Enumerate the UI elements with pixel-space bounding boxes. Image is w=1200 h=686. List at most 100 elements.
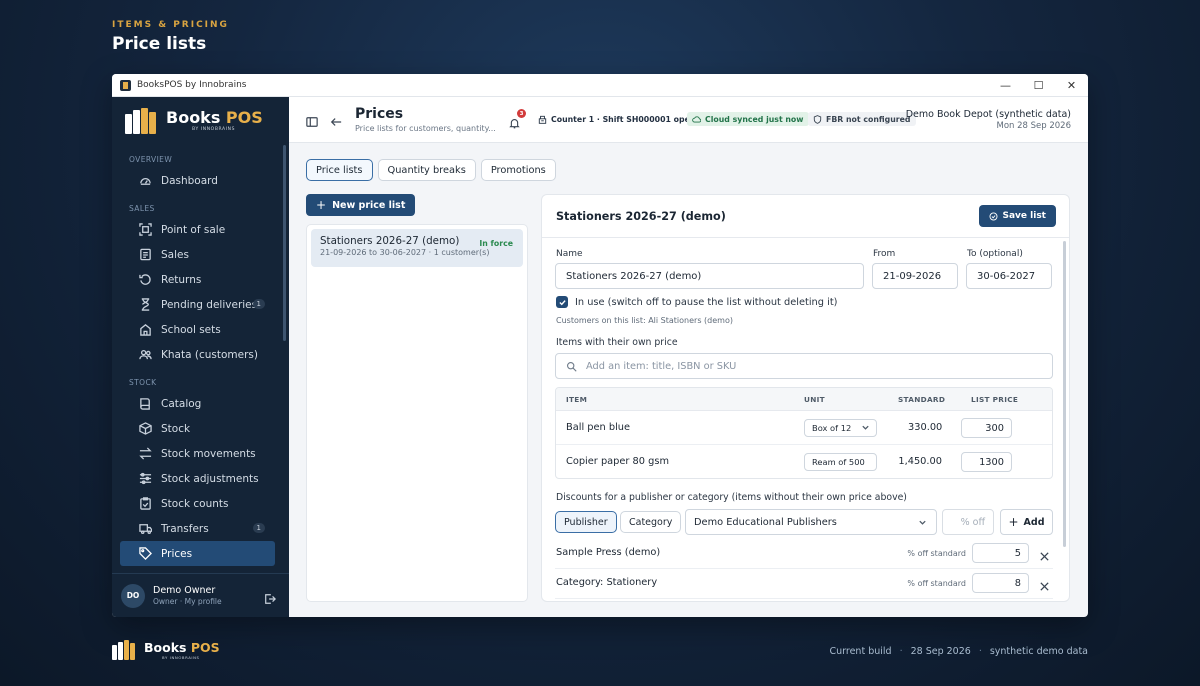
plus-icon: + <box>316 198 327 212</box>
table-header: ITEM UNIT STANDARD LIST PRICE <box>556 388 1052 411</box>
search-icon <box>567 361 577 372</box>
from-date-input[interactable]: 21-09-2026 <box>872 263 958 289</box>
tab-quantity-breaks[interactable]: Quantity breaks <box>377 159 476 181</box>
publisher-toggle[interactable]: Publisher <box>555 511 617 533</box>
count-badge: 1 <box>252 523 265 533</box>
discount-value-input[interactable]: 5 <box>972 543 1029 563</box>
list-price-input[interactable]: 1300 <box>961 452 1012 472</box>
editor-title: Stationers 2026-27 (demo) <box>556 210 726 223</box>
app-window: BooksPOS by Innobrains — ☐ ✕ Books POS B… <box>112 74 1088 617</box>
tab-price-lists[interactable]: Price lists <box>306 159 373 181</box>
price-list-editor: Stationers 2026-27 (demo) Save list Name… <box>541 194 1070 602</box>
counter-status: Counter 1 · Shift SH000001 open <box>533 112 700 126</box>
scan-icon <box>139 223 152 236</box>
col-unit: UNIT <box>804 395 825 404</box>
current-date: Mon 28 Sep 2026 <box>996 121 1072 131</box>
tab-promotions[interactable]: Promotions <box>480 159 556 181</box>
category-toggle[interactable]: Category <box>620 511 682 533</box>
sidebar-item-pending-deliveries[interactable]: Pending deliveries 1 <box>120 292 275 317</box>
add-discount-button[interactable]: + Add <box>1000 509 1053 535</box>
sidebar-item-dashboard[interactable]: Dashboard <box>120 168 275 193</box>
register-icon <box>538 115 547 124</box>
sidebar-scrollbar[interactable] <box>283 145 286 341</box>
in-use-checkbox-row[interactable]: In use (switch off to pause the list wit… <box>556 296 838 308</box>
maximize-button[interactable]: ☐ <box>1022 74 1055 96</box>
sidebar-item-school-sets[interactable]: School sets <box>120 317 275 342</box>
publisher-select[interactable]: Demo Educational Publishers <box>685 509 937 535</box>
list-price-input[interactable]: 300 <box>961 418 1012 438</box>
sidebar-item-label: Dashboard <box>161 174 218 187</box>
user-name: Demo Owner <box>153 585 216 596</box>
page-heading: Price lists <box>112 34 207 54</box>
close-button[interactable]: ✕ <box>1055 74 1088 96</box>
sidebar-item-catalog[interactable]: Catalog <box>120 391 275 416</box>
sidebar-item-point-of-sale[interactable]: Point of sale <box>120 217 275 242</box>
sidebar-item-label: Returns <box>161 273 202 286</box>
nav-section-stock: STOCK <box>129 378 157 387</box>
logout-icon[interactable] <box>264 590 276 604</box>
sidebar-toggle-icon[interactable] <box>306 113 318 127</box>
items-table: ITEM UNIT STANDARD LIST PRICE Ball pen b… <box>555 387 1053 479</box>
sidebar-item-transfers[interactable]: Transfers 1 <box>120 516 275 541</box>
save-list-button[interactable]: Save list <box>978 205 1056 227</box>
to-date-input[interactable]: 30-06-2027 <box>966 263 1052 289</box>
editor-scrollbar[interactable] <box>1063 241 1066 547</box>
check-icon <box>558 299 566 305</box>
sidebar-item-stock-movements[interactable]: Stock movements <box>120 441 275 466</box>
standard-price: 1,450.00 <box>898 456 942 467</box>
arrows-icon <box>139 447 152 460</box>
sidebar-item-label: Stock movements <box>161 447 256 460</box>
unit-select[interactable]: Ream of 500 <box>804 453 877 471</box>
in-use-checkbox[interactable] <box>556 296 568 308</box>
table-row: Copier paper 80 gsm Ream of 500 1,450.00… <box>556 445 1052 478</box>
discount-name: Category: Stationery <box>556 577 658 588</box>
user-profile[interactable]: DO Demo Owner Owner · My profile <box>112 573 289 617</box>
window-title: BooksPOS by Innobrains <box>137 80 247 90</box>
build-info: Current build · 28 Sep 2026 · synthetic … <box>829 646 1089 657</box>
sidebar-item-khata[interactable]: Khata (customers) <box>120 342 275 367</box>
notification-badge: 3 <box>517 109 526 118</box>
build-date: 28 Sep 2026 <box>910 646 971 657</box>
unit-select[interactable]: Box of 12 <box>804 419 877 437</box>
discount-value-input[interactable]: 8 <box>972 573 1029 593</box>
in-use-label: In use (switch off to pause the list wit… <box>575 296 838 308</box>
sidebar-item-label: Transfers <box>161 522 209 535</box>
percent-off-input[interactable]: % off <box>942 509 994 535</box>
list-item[interactable]: Stationers 2026-27 (demo) 21-09-2026 to … <box>311 229 523 267</box>
discount-row: Sample Press (demo) % off standard 5 <box>555 539 1053 569</box>
close-icon[interactable] <box>1039 577 1050 591</box>
price-list-panel: Stationers 2026-27 (demo) 21-09-2026 to … <box>306 224 528 602</box>
back-arrow-icon[interactable] <box>330 113 342 126</box>
item-search-input[interactable]: Add an item: title, ISBN or SKU <box>555 353 1053 379</box>
page-title: Prices <box>355 106 404 122</box>
search-placeholder: Add an item: title, ISBN or SKU <box>586 360 737 372</box>
truck-icon <box>139 522 152 535</box>
sidebar-item-stock-adjustments[interactable]: Stock adjustments <box>120 466 275 491</box>
return-icon <box>139 273 152 286</box>
sidebar-item-stock[interactable]: Stock <box>120 416 275 441</box>
sidebar-item-prices[interactable]: Prices <box>120 541 275 566</box>
tag-icon <box>139 547 152 560</box>
sidebar-item-label: Catalog <box>161 397 202 410</box>
minimize-button[interactable]: — <box>989 74 1022 96</box>
name-input[interactable]: Stationers 2026-27 (demo) <box>555 263 864 289</box>
check-circle-icon <box>989 212 997 220</box>
sidebar-item-label: Stock adjustments <box>161 472 259 485</box>
title-bar: BooksPOS by Innobrains — ☐ ✕ <box>112 74 1088 97</box>
standard-price: 330.00 <box>908 422 943 433</box>
items-label: Items with their own price <box>556 337 678 348</box>
sidebar-item-stock-counts[interactable]: Stock counts <box>120 491 275 516</box>
main-content: Prices Price lists for customers, quanti… <box>289 97 1088 617</box>
from-label: From <box>873 249 896 259</box>
item-name: Copier paper 80 gsm <box>566 456 670 467</box>
fbr-status-badge: FBR not configured <box>808 112 916 126</box>
nav-section-overview: OVERVIEW <box>129 155 173 164</box>
sidebar-item-sales[interactable]: Sales <box>120 242 275 267</box>
close-icon[interactable] <box>1039 547 1050 561</box>
books-logo-icon <box>125 108 161 134</box>
data-note: synthetic demo data <box>989 646 1088 657</box>
status-badge: In force <box>479 239 513 248</box>
sidebar-item-returns[interactable]: Returns <box>120 267 275 292</box>
sidebar-item-label: Khata (customers) <box>161 348 258 361</box>
new-price-list-button[interactable]: + New price list <box>306 194 416 216</box>
